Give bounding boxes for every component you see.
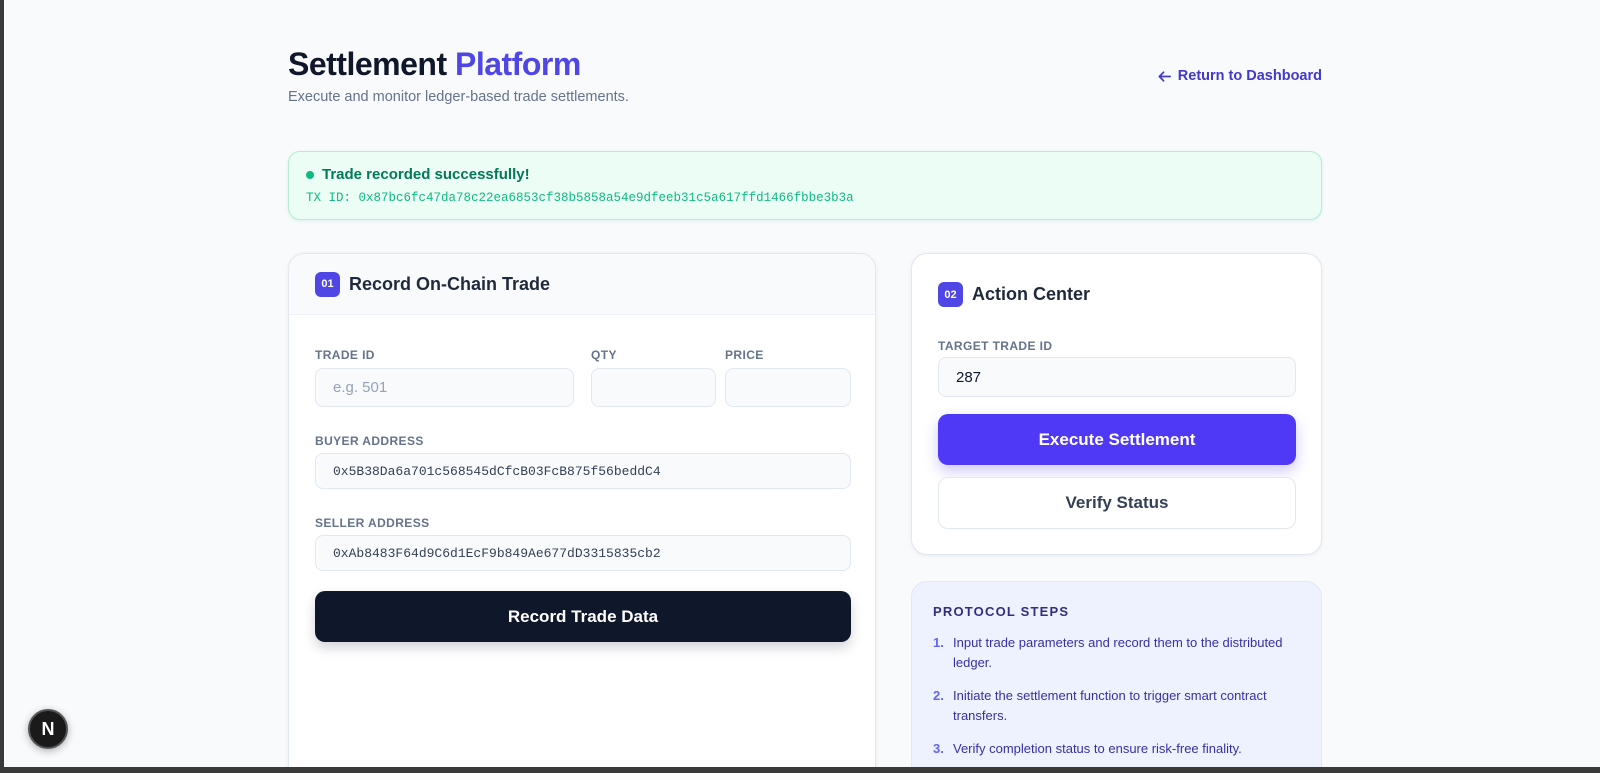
step-badge: 01 xyxy=(315,271,340,297)
app-viewport: Settlement Platform Execute and monitor … xyxy=(4,0,1600,767)
title-main: Settlement xyxy=(288,46,447,82)
step-number: 2. xyxy=(933,688,944,703)
action-center-card: 02 Action Center TARGET TRADE ID 287 Exe… xyxy=(911,253,1322,555)
verify-status-button[interactable]: Verify Status xyxy=(938,477,1296,529)
trade-id-input[interactable]: e.g. 501 xyxy=(315,368,574,407)
nextjs-icon[interactable]: N xyxy=(28,709,68,749)
title-accent: Platform xyxy=(454,46,581,82)
protocol-steps-title: PROTOCOL STEPS xyxy=(933,604,1070,619)
action-card-header: 02 Action Center xyxy=(938,282,1090,307)
arrow-left-icon xyxy=(1158,70,1171,82)
action-card-title: Action Center xyxy=(972,284,1091,304)
protocol-steps-panel: PROTOCOL STEPS 1. Input trade parameters… xyxy=(911,581,1322,767)
return-to-dashboard-link[interactable]: Return to Dashboard xyxy=(1157,68,1322,84)
step-text: Initiate the settlement function to trig… xyxy=(953,688,1267,723)
record-card-title: Record On-Chain Trade xyxy=(349,273,551,294)
step-text: Input trade parameters and record them t… xyxy=(953,635,1283,670)
qty-input[interactable] xyxy=(591,368,716,407)
page-subtitle: Execute and monitor ledger-based trade s… xyxy=(288,89,629,105)
record-trade-button[interactable]: Record Trade Data xyxy=(315,591,851,642)
list-item: 1. Input trade parameters and record the… xyxy=(933,633,1300,673)
target-trade-id-label: TARGET TRADE ID xyxy=(938,339,1053,353)
list-item: 3. Verify completion status to ensure ri… xyxy=(933,739,1300,759)
list-item: 2. Initiate the settlement function to t… xyxy=(933,686,1300,726)
seller-address-label: SELLER ADDRESS xyxy=(315,516,430,530)
trade-id-label: TRADE ID xyxy=(315,348,375,362)
alert-title: Trade recorded successfully! xyxy=(322,166,530,183)
transaction-id: TX ID: 0x87bc6fc47da78c22ea6853cf38b5858… xyxy=(306,191,854,205)
step-text: Verify completion status to ensure risk-… xyxy=(953,741,1242,756)
buyer-address-label: BUYER ADDRESS xyxy=(315,434,424,448)
execute-settlement-button[interactable]: Execute Settlement xyxy=(938,414,1296,465)
buyer-address-input[interactable]: 0x5B38Da6a701c568545dCfcB03FcB875f56bedd… xyxy=(315,453,851,489)
price-label: PRICE xyxy=(725,348,764,362)
step-number: 1. xyxy=(933,635,944,650)
record-card-header: 01 Record On-Chain Trade xyxy=(289,254,875,315)
target-trade-id-input[interactable]: 287 xyxy=(938,357,1296,397)
success-dot-icon xyxy=(306,170,314,179)
protocol-steps-list: 1. Input trade parameters and record the… xyxy=(933,633,1300,759)
seller-address-input[interactable]: 0xAb8483F64d9C6d1EcF9b849Ae677dD3315835c… xyxy=(315,535,851,571)
price-input[interactable] xyxy=(725,368,851,407)
back-link-label: Return to Dashboard xyxy=(1177,68,1322,84)
record-trade-card: 01 Record On-Chain Trade TRADE ID e.g. 5… xyxy=(288,253,876,767)
step-number: 3. xyxy=(933,741,944,756)
qty-label: QTY xyxy=(591,348,617,362)
step-badge: 02 xyxy=(938,282,963,307)
success-alert: Trade recorded successfully! TX ID: 0x87… xyxy=(288,151,1322,220)
page-header: Settlement Platform Execute and monitor … xyxy=(288,46,1322,105)
